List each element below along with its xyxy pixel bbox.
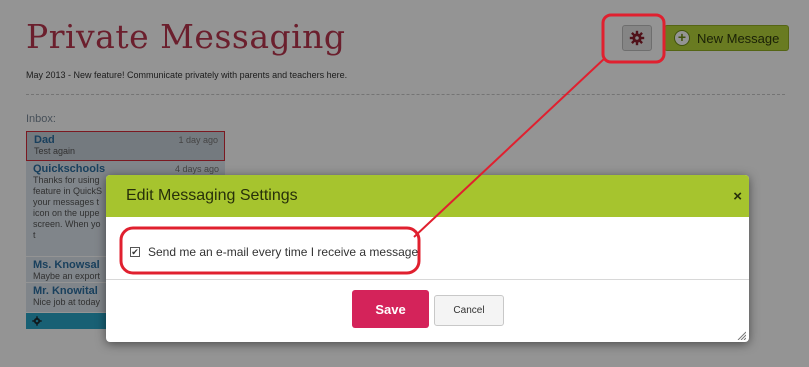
edit-settings-dialog: Edit Messaging Settings × ✔ Send me an e… xyxy=(106,175,749,342)
resize-handle-icon[interactable] xyxy=(736,330,746,340)
cancel-button[interactable]: Cancel xyxy=(434,295,504,326)
email-notification-label: Send me an e-mail every time I receive a… xyxy=(148,245,422,259)
email-notification-option[interactable]: ✔ Send me an e-mail every time I receive… xyxy=(130,245,421,259)
dialog-divider xyxy=(106,279,749,280)
dialog-header: Edit Messaging Settings × xyxy=(106,175,749,217)
dialog-title: Edit Messaging Settings xyxy=(126,187,298,204)
close-icon[interactable]: × xyxy=(733,188,742,205)
email-notification-checkbox[interactable]: ✔ xyxy=(130,247,140,257)
save-button[interactable]: Save xyxy=(352,290,429,328)
